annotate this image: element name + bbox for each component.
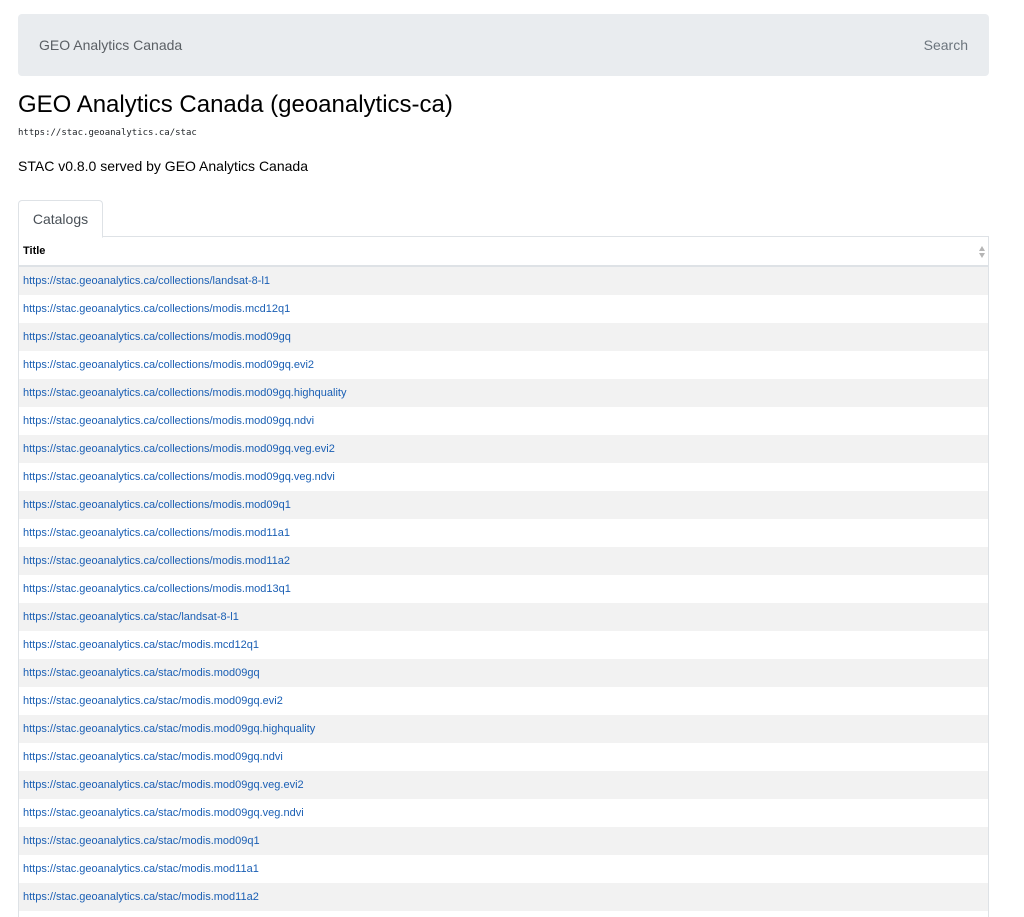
table-row: https://stac.geoanalytics.ca/stac/modis.…	[19, 687, 988, 715]
sort-both-icon	[979, 246, 985, 258]
table-cell-title: https://stac.geoanalytics.ca/stac/modis.…	[19, 855, 988, 883]
table-cell-title: https://stac.geoanalytics.ca/collections…	[19, 295, 988, 323]
table-row: https://stac.geoanalytics.ca/stac/modis.…	[19, 827, 988, 855]
table-cell-title: https://stac.geoanalytics.ca/stac/modis.…	[19, 883, 988, 911]
catalogs-table-container: Title https://stac.geoanalytics.ca/colle…	[18, 237, 989, 917]
catalog-link[interactable]: https://stac.geoanalytics.ca/stac/modis.…	[23, 891, 259, 903]
table-body: https://stac.geoanalytics.ca/collections…	[19, 266, 988, 911]
table-row: https://stac.geoanalytics.ca/collections…	[19, 435, 988, 463]
catalog-link[interactable]: https://stac.geoanalytics.ca/collections…	[23, 387, 346, 399]
catalog-link[interactable]: https://stac.geoanalytics.ca/stac/modis.…	[23, 863, 259, 875]
table-cell-title: https://stac.geoanalytics.ca/stac/modis.…	[19, 687, 988, 715]
table-row: https://stac.geoanalytics.ca/collections…	[19, 266, 988, 295]
table-row: https://stac.geoanalytics.ca/stac/modis.…	[19, 715, 988, 743]
tab-catalogs[interactable]: Catalogs	[18, 200, 103, 238]
table-row: https://stac.geoanalytics.ca/collections…	[19, 295, 988, 323]
table-cell-title: https://stac.geoanalytics.ca/collections…	[19, 435, 988, 463]
catalog-link[interactable]: https://stac.geoanalytics.ca/stac/modis.…	[23, 835, 260, 847]
table-row: https://stac.geoanalytics.ca/stac/modis.…	[19, 799, 988, 827]
table-cell-title: https://stac.geoanalytics.ca/stac/modis.…	[19, 771, 988, 799]
table-row: https://stac.geoanalytics.ca/collections…	[19, 519, 988, 547]
table-cell-title: https://stac.geoanalytics.ca/stac/modis.…	[19, 715, 988, 743]
table-row: https://stac.geoanalytics.ca/collections…	[19, 491, 988, 519]
table-row: https://stac.geoanalytics.ca/stac/modis.…	[19, 771, 988, 799]
catalog-link[interactable]: https://stac.geoanalytics.ca/collections…	[23, 275, 270, 287]
catalog-link[interactable]: https://stac.geoanalytics.ca/stac/modis.…	[23, 751, 283, 763]
table-cell-title: https://stac.geoanalytics.ca/collections…	[19, 519, 988, 547]
table-cell-title: https://stac.geoanalytics.ca/collections…	[19, 266, 988, 295]
catalog-link[interactable]: https://stac.geoanalytics.ca/collections…	[23, 415, 314, 427]
navbar: GEO Analytics Canada Search	[18, 14, 989, 76]
table-cell-title: https://stac.geoanalytics.ca/collections…	[19, 407, 988, 435]
catalog-link[interactable]: https://stac.geoanalytics.ca/collections…	[23, 583, 291, 595]
table-cell-title: https://stac.geoanalytics.ca/collections…	[19, 379, 988, 407]
table-cell-title: https://stac.geoanalytics.ca/collections…	[19, 575, 988, 603]
table-cell-title: https://stac.geoanalytics.ca/stac/modis.…	[19, 659, 988, 687]
catalog-link[interactable]: https://stac.geoanalytics.ca/collections…	[23, 359, 314, 371]
table-row: https://stac.geoanalytics.ca/collections…	[19, 407, 988, 435]
catalog-link[interactable]: https://stac.geoanalytics.ca/stac/modis.…	[23, 695, 283, 707]
page-title: GEO Analytics Canada (geoanalytics-ca)	[18, 91, 453, 118]
table-cell-title: https://stac.geoanalytics.ca/collections…	[19, 547, 988, 575]
tab-bar: Catalogs	[18, 200, 989, 238]
catalog-link[interactable]: https://stac.geoanalytics.ca/collections…	[23, 499, 291, 511]
catalog-link[interactable]: https://stac.geoanalytics.ca/stac/modis.…	[23, 779, 304, 791]
table-row: https://stac.geoanalytics.ca/stac/modis.…	[19, 743, 988, 771]
catalog-link[interactable]: https://stac.geoanalytics.ca/stac/modis.…	[23, 807, 304, 819]
table-cell-title: https://stac.geoanalytics.ca/stac/modis.…	[19, 743, 988, 771]
column-header-title[interactable]: Title	[19, 237, 988, 267]
table-cell-title: https://stac.geoanalytics.ca/stac/landsa…	[19, 603, 988, 631]
table-cell-title: https://stac.geoanalytics.ca/collections…	[19, 323, 988, 351]
catalog-link[interactable]: https://stac.geoanalytics.ca/collections…	[23, 527, 290, 539]
catalog-link[interactable]: https://stac.geoanalytics.ca/collections…	[23, 555, 290, 567]
table-row: https://stac.geoanalytics.ca/stac/modis.…	[19, 883, 988, 911]
table-cell-title: https://stac.geoanalytics.ca/collections…	[19, 463, 988, 491]
table-row: https://stac.geoanalytics.ca/collections…	[19, 547, 988, 575]
catalog-link[interactable]: https://stac.geoanalytics.ca/collections…	[23, 471, 335, 483]
catalog-link[interactable]: https://stac.geoanalytics.ca/stac/modis.…	[23, 667, 260, 679]
catalog-description: STAC v0.8.0 served by GEO Analytics Cana…	[18, 158, 308, 174]
table-cell-title: https://stac.geoanalytics.ca/stac/modis.…	[19, 827, 988, 855]
catalog-link[interactable]: https://stac.geoanalytics.ca/collections…	[23, 331, 291, 343]
catalog-link[interactable]: https://stac.geoanalytics.ca/collections…	[23, 303, 290, 315]
table-cell-title: https://stac.geoanalytics.ca/collections…	[19, 491, 988, 519]
brand-link[interactable]: GEO Analytics Canada	[39, 37, 182, 53]
table-row: https://stac.geoanalytics.ca/collections…	[19, 323, 988, 351]
table-row: https://stac.geoanalytics.ca/collections…	[19, 351, 988, 379]
catalogs-table: Title https://stac.geoanalytics.ca/colle…	[19, 237, 988, 911]
table-cell-title: https://stac.geoanalytics.ca/stac/modis.…	[19, 631, 988, 659]
table-row: https://stac.geoanalytics.ca/stac/modis.…	[19, 659, 988, 687]
column-header-label: Title	[23, 245, 46, 257]
table-row: https://stac.geoanalytics.ca/collections…	[19, 379, 988, 407]
table-cell-title: https://stac.geoanalytics.ca/collections…	[19, 351, 988, 379]
table-row: https://stac.geoanalytics.ca/collections…	[19, 575, 988, 603]
table-row: https://stac.geoanalytics.ca/stac/landsa…	[19, 603, 988, 631]
catalog-link[interactable]: https://stac.geoanalytics.ca/collections…	[23, 443, 335, 455]
catalog-link[interactable]: https://stac.geoanalytics.ca/stac/landsa…	[23, 611, 239, 623]
catalog-link[interactable]: https://stac.geoanalytics.ca/stac/modis.…	[23, 639, 259, 651]
table-row: https://stac.geoanalytics.ca/collections…	[19, 463, 988, 491]
table-row: https://stac.geoanalytics.ca/stac/modis.…	[19, 855, 988, 883]
table-header-row: Title	[19, 237, 988, 267]
search-link[interactable]: Search	[924, 37, 968, 53]
catalog-link[interactable]: https://stac.geoanalytics.ca/stac/modis.…	[23, 723, 315, 735]
catalog-url: https://stac.geoanalytics.ca/stac	[18, 128, 197, 138]
table-row: https://stac.geoanalytics.ca/stac/modis.…	[19, 631, 988, 659]
table-cell-title: https://stac.geoanalytics.ca/stac/modis.…	[19, 799, 988, 827]
